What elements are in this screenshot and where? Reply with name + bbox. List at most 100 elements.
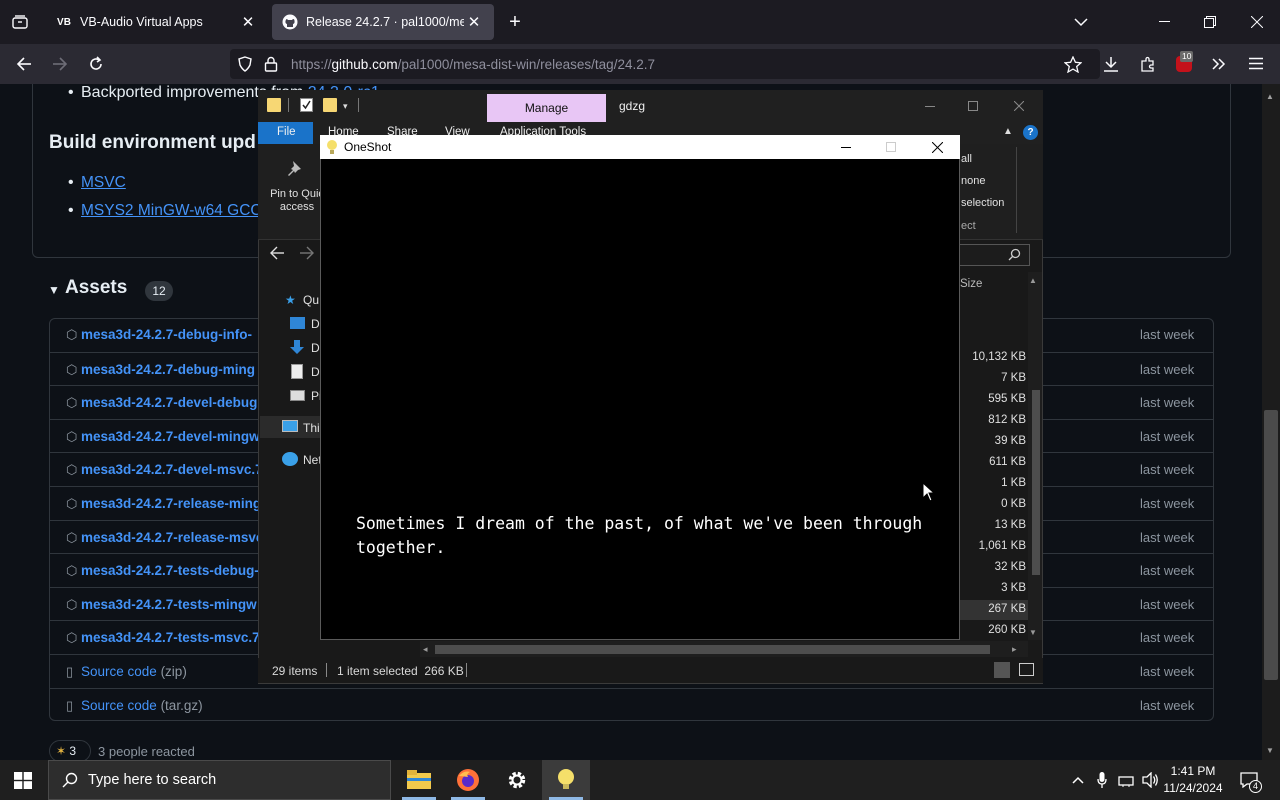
- asset-link[interactable]: mesa3d-24.2.7-tests-msvc.7: [81, 630, 260, 645]
- horizontal-scroll-thumb[interactable]: [435, 645, 990, 654]
- file-size-cell[interactable]: 611 KB: [960, 456, 1026, 468]
- file-list-scroll-thumb[interactable]: [1032, 390, 1040, 575]
- manage-contextual-tab[interactable]: Manage: [487, 94, 606, 122]
- file-size-cell[interactable]: 13 KB: [960, 519, 1026, 531]
- file-size-cell[interactable]: 32 KB: [960, 561, 1026, 573]
- help-icon[interactable]: ?: [1023, 125, 1038, 140]
- explorer-maximize-button[interactable]: [958, 92, 988, 120]
- scroll-down-arrow-icon[interactable]: ▼: [1266, 746, 1274, 755]
- msys2-link[interactable]: MSYS2 MinGW-w64 GCC: [81, 202, 262, 220]
- tray-overflow-chevron-icon[interactable]: [1068, 760, 1088, 800]
- pin-icon[interactable]: [285, 158, 307, 180]
- nav-documents[interactable]: D: [311, 365, 320, 379]
- nav-downloads[interactable]: D: [311, 341, 320, 355]
- size-column-header[interactable]: Size: [960, 278, 982, 290]
- oneshot-minimize-button[interactable]: [832, 136, 860, 158]
- lock-icon[interactable]: [264, 56, 278, 72]
- taskbar-firefox[interactable]: [444, 760, 492, 800]
- assets-caret-icon[interactable]: ▼: [48, 283, 60, 297]
- asset-link[interactable]: mesa3d-24.2.7-tests-mingw: [81, 597, 257, 612]
- select-all-button[interactable]: all: [961, 153, 972, 165]
- restore-browser-button[interactable]: [1187, 0, 1233, 44]
- taskbar-clock[interactable]: 1:41 PM 11/24/2024: [1163, 763, 1223, 797]
- ribbon-collapse-chevron-icon[interactable]: ▲: [1003, 126, 1013, 137]
- file-size-cell[interactable]: 0 KB: [960, 498, 1026, 510]
- explorer-minimize-button[interactable]: [915, 92, 945, 120]
- file-size-cell[interactable]: 1,061 KB: [960, 540, 1026, 552]
- asset-link[interactable]: mesa3d-24.2.7-release-ming: [81, 496, 261, 511]
- file-size-cell[interactable]: 267 KB: [960, 603, 1026, 615]
- ribbon-tab-file[interactable]: File: [277, 126, 296, 138]
- file-size-cell[interactable]: 260 KB: [960, 624, 1026, 636]
- nav-network[interactable]: Net: [303, 453, 322, 467]
- search-icon[interactable]: [1008, 248, 1021, 261]
- tab-overview-button[interactable]: [8, 12, 32, 32]
- large-icons-view-icon[interactable]: [1019, 663, 1034, 676]
- taskbar-settings[interactable]: [493, 760, 541, 800]
- bookmark-star-icon[interactable]: [1064, 56, 1082, 73]
- select-none-button[interactable]: none: [961, 175, 985, 187]
- back-button[interactable]: [10, 50, 38, 78]
- quick-access-dropdown-icon[interactable]: ▾: [343, 101, 348, 112]
- taskbar-oneshot[interactable]: [542, 760, 590, 800]
- taskbar-file-explorer[interactable]: [395, 760, 443, 800]
- properties-check-icon[interactable]: [300, 98, 313, 112]
- reaction-button[interactable]: ✶ 3: [49, 740, 91, 760]
- reload-button[interactable]: [82, 50, 110, 78]
- file-size-cell[interactable]: 1 KB: [960, 477, 1026, 489]
- file-size-cell[interactable]: 595 KB: [960, 393, 1026, 405]
- asset-link[interactable]: mesa3d-24.2.7-devel-msvc.7: [81, 462, 263, 477]
- scroll-up-arrow-icon[interactable]: ▲: [1266, 92, 1274, 101]
- asset-link[interactable]: mesa3d-24.2.7-devel-mingw: [81, 429, 260, 444]
- file-size-cell[interactable]: 39 KB: [960, 435, 1026, 447]
- scroll-right-icon[interactable]: ▸: [1012, 644, 1017, 655]
- invert-selection-button[interactable]: selection: [961, 197, 1004, 209]
- close-browser-button[interactable]: [1234, 0, 1280, 44]
- file-size-cell[interactable]: 3 KB: [960, 582, 1026, 594]
- file-size-cell[interactable]: 812 KB: [960, 414, 1026, 426]
- asset-link[interactable]: mesa3d-24.2.7-debug-ming: [81, 362, 255, 377]
- assets-title[interactable]: Assets: [65, 277, 127, 299]
- oneshot-game-window[interactable]: [320, 135, 960, 640]
- new-tab-button[interactable]: +: [503, 10, 527, 34]
- minimize-browser-button[interactable]: [1141, 0, 1187, 44]
- nav-this-pc[interactable]: Thi: [303, 421, 320, 435]
- file-size-cell[interactable]: 10,132 KB: [960, 351, 1026, 363]
- explorer-forward-icon[interactable]: [299, 246, 315, 260]
- details-view-icon[interactable]: [994, 662, 1010, 678]
- msvc-link[interactable]: MSVC: [81, 174, 126, 192]
- extensions-puzzle-icon[interactable]: [1140, 56, 1156, 72]
- new-folder-icon[interactable]: [323, 98, 337, 112]
- list-all-tabs-button[interactable]: [1058, 0, 1104, 44]
- asset-link[interactable]: Source code (zip): [81, 664, 187, 679]
- network-tray-icon[interactable]: [1115, 760, 1137, 800]
- oneshot-close-button[interactable]: [923, 136, 951, 158]
- nav-quick-access[interactable]: Qu: [303, 293, 319, 307]
- scroll-down-icon[interactable]: ▼: [1029, 628, 1037, 637]
- more-tools-chevron-icon[interactable]: [1211, 56, 1227, 72]
- asset-link[interactable]: mesa3d-24.2.7-devel-debug: [81, 395, 257, 410]
- asset-link[interactable]: mesa3d-24.2.7-release-msvc: [81, 530, 263, 545]
- tab-vb-audio[interactable]: VB VB-Audio Virtual Apps ✕: [46, 4, 268, 40]
- tracking-protection-shield-icon[interactable]: [237, 56, 253, 72]
- tab-github-release[interactable]: Release 24.2.7 · pal1000/mesa-d ✕: [272, 4, 494, 40]
- windows-start-icon[interactable]: [14, 772, 32, 789]
- url-text[interactable]: https://github.com/pal1000/mesa-dist-win…: [291, 57, 655, 72]
- close-tab-icon[interactable]: ✕: [464, 12, 484, 32]
- file-size-cell[interactable]: 7 KB: [960, 372, 1026, 384]
- close-tab-icon[interactable]: ✕: [238, 12, 258, 32]
- asset-link[interactable]: Source code (tar.gz): [81, 698, 203, 713]
- page-scrollbar-thumb[interactable]: [1264, 410, 1278, 680]
- volume-icon[interactable]: [1140, 760, 1162, 800]
- nav-desktop[interactable]: D: [311, 317, 320, 331]
- hamburger-menu-icon[interactable]: [1249, 57, 1263, 70]
- explorer-close-button[interactable]: [1004, 92, 1034, 120]
- microphone-icon[interactable]: [1093, 760, 1111, 800]
- forward-button[interactable]: [46, 50, 74, 78]
- explorer-back-icon[interactable]: [269, 246, 285, 260]
- scroll-up-icon[interactable]: ▲: [1029, 276, 1037, 285]
- asset-link[interactable]: mesa3d-24.2.7-tests-debug-: [81, 563, 259, 578]
- downloads-icon[interactable]: [1103, 56, 1119, 72]
- asset-link[interactable]: mesa3d-24.2.7-debug-info-: [81, 327, 252, 342]
- scroll-left-icon[interactable]: ◂: [423, 644, 428, 655]
